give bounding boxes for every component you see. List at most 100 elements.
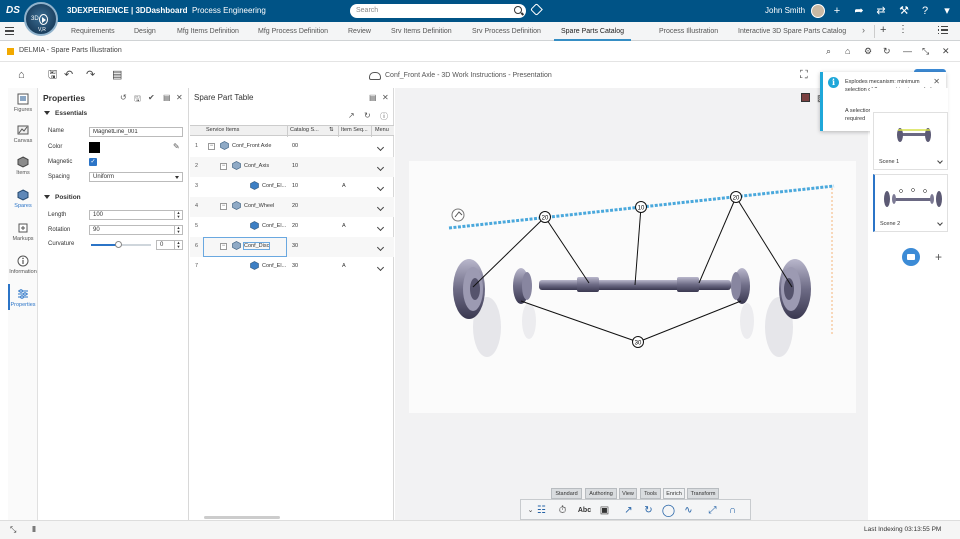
tab-srv-items-definition[interactable]: Srv Items Definition xyxy=(391,22,452,41)
redo-icon[interactable]: ↷ xyxy=(86,69,95,81)
length-stepper[interactable]: 100 ▲ ▼ xyxy=(89,210,183,220)
add-tab-icon[interactable]: + xyxy=(880,24,886,36)
name-field[interactable] xyxy=(89,127,183,137)
reset-icon[interactable]: ↺ xyxy=(120,93,127,102)
export-icon[interactable]: ↗ xyxy=(348,111,355,120)
notifications-icon[interactable]: ▾ xyxy=(940,4,954,18)
tab-view[interactable]: View xyxy=(619,488,637,499)
help-icon[interactable]: ⓘ xyxy=(380,111,388,122)
tab-process-illustration[interactable]: Process Illustration xyxy=(659,22,718,41)
arrow-icon[interactable]: ↗ xyxy=(621,503,636,518)
tab-interactive-3d-spare-parts-catalog[interactable]: Interactive 3D Spare Parts Catalog xyxy=(738,22,846,41)
menu-icon[interactable] xyxy=(5,27,14,35)
position-section[interactable]: Position xyxy=(44,194,81,201)
tab-design[interactable]: Design xyxy=(134,22,156,41)
column-catalog[interactable]: Catalog S... xyxy=(290,127,319,133)
list-view-icon[interactable] xyxy=(938,26,948,36)
sidebar-item-information[interactable]: Information xyxy=(8,255,38,275)
rotate-arrow-icon[interactable]: ↻ xyxy=(641,503,656,518)
add-icon[interactable]: + xyxy=(830,4,844,18)
refresh-icon[interactable]: ↻ xyxy=(883,46,891,57)
column-service-items[interactable]: Service Items xyxy=(206,127,239,133)
balloon-20-left[interactable]: 20 xyxy=(539,211,551,223)
pause-icon[interactable]: ‖ xyxy=(32,525,36,534)
curvature-stepper[interactable]: 0 ▲ ▼ xyxy=(156,240,183,250)
tag-icon[interactable] xyxy=(530,3,543,16)
capture-scene-button[interactable] xyxy=(902,248,920,266)
row-menu-icon[interactable] xyxy=(376,223,385,232)
annotation-icon[interactable]: ☷ xyxy=(534,503,549,518)
color-swatch[interactable] xyxy=(89,142,100,153)
spacing-select[interactable]: Uniform xyxy=(89,172,183,182)
minimize-icon[interactable]: — xyxy=(903,46,912,56)
collapse-icon[interactable]: − xyxy=(208,143,215,150)
sort-icon[interactable]: ⇅ xyxy=(329,127,334,133)
avatar[interactable] xyxy=(811,4,825,18)
chevron-down-icon[interactable] xyxy=(937,220,943,226)
table-row[interactable]: 5 Conf_El... 20 A xyxy=(190,217,394,237)
tab-srv-process-definition[interactable]: Srv Process Definition xyxy=(472,22,541,41)
home-icon[interactable]: ⌂ xyxy=(845,46,850,56)
check-icon[interactable]: ✔ xyxy=(148,93,155,102)
tab-review[interactable]: Review xyxy=(348,22,371,41)
close-icon[interactable]: ✕ xyxy=(176,93,183,102)
close-icon[interactable]: ✕ xyxy=(933,77,940,86)
user-name[interactable]: John Smith xyxy=(765,6,805,15)
search-input[interactable]: Search xyxy=(350,4,526,18)
scene-card-1[interactable]: Scene 1 xyxy=(873,112,948,170)
save-icon[interactable]: 🖫 xyxy=(134,93,141,107)
balloon-20-right[interactable]: 20 xyxy=(730,191,742,203)
image-icon[interactable]: ▣ xyxy=(597,503,612,518)
more-icon[interactable] xyxy=(898,24,908,37)
fit-all-icon[interactable]: ⛶ xyxy=(800,69,808,81)
tab-enrich[interactable]: Enrich xyxy=(663,488,685,499)
sidebar-item-spares[interactable]: Spares xyxy=(8,189,38,209)
collapse-icon[interactable]: − xyxy=(220,163,227,170)
fit-icon[interactable]: ⤡ xyxy=(10,525,16,535)
spinner-arrows-icon[interactable]: ▲ ▼ xyxy=(174,226,182,234)
rotation-stepper[interactable]: 90 ▲ ▼ xyxy=(89,225,183,235)
magnet-handle-icon[interactable] xyxy=(451,208,465,222)
sidebar-item-canvas[interactable]: Canvas xyxy=(8,124,38,144)
tab-authoring[interactable]: Authoring xyxy=(585,488,617,499)
save-icon[interactable]: 🖫 xyxy=(48,69,57,81)
help-icon[interactable]: ? xyxy=(918,4,932,18)
table-row[interactable]: 3 Conf_El... 10 A xyxy=(190,177,394,197)
magnetic-checkbox[interactable]: ✓ xyxy=(89,158,97,166)
add-scene-button[interactable]: + xyxy=(935,250,942,264)
communities-icon[interactable]: ⇄ xyxy=(874,4,888,18)
balloon-10[interactable]: 10 xyxy=(635,201,647,213)
table-row[interactable]: 4 − Conf_Wheel 20 xyxy=(190,197,394,217)
presentation-canvas[interactable]: 20 10 20 30 xyxy=(409,161,856,413)
row-menu-icon[interactable] xyxy=(376,143,385,152)
sidebar-item-items[interactable]: Items xyxy=(8,156,38,176)
tools-icon[interactable]: ⚒ xyxy=(897,4,911,18)
tab-requirements[interactable]: Requirements xyxy=(71,22,115,41)
tab-mfg-process-definition[interactable]: Mfg Process Definition xyxy=(258,22,328,41)
chevron-down-icon[interactable] xyxy=(937,158,943,164)
cube-icon[interactable] xyxy=(801,93,810,102)
tab-spare-parts-catalog[interactable]: Spare Parts Catalog xyxy=(554,22,632,41)
spinner-arrows-icon[interactable]: ▲ ▼ xyxy=(174,211,182,219)
chevron-right-icon[interactable]: › xyxy=(862,25,865,35)
tab-transform[interactable]: Transform xyxy=(687,488,719,499)
table-row[interactable]: 2 − Conf_Axis 10 xyxy=(190,157,394,177)
refresh-icon[interactable]: ↻ xyxy=(364,111,371,120)
text-icon[interactable]: Abc xyxy=(577,503,592,518)
eyedropper-icon[interactable]: ✎ xyxy=(173,142,180,151)
row-menu-icon[interactable] xyxy=(376,263,385,272)
timer-icon[interactable]: ⏱ xyxy=(555,503,570,518)
column-menu[interactable]: Menu xyxy=(375,127,389,133)
table-row[interactable]: 7 Conf_El... 30 A xyxy=(190,257,394,277)
tab-mfg-items-definition[interactable]: Mfg Items Definition xyxy=(177,22,239,41)
share-icon[interactable]: ➦ xyxy=(852,4,866,18)
search-icon[interactable] xyxy=(514,6,522,14)
scene-card-2[interactable]: Scene 2 xyxy=(873,174,948,232)
balloon-30[interactable]: 30 xyxy=(632,336,644,348)
curvature-slider-handle[interactable] xyxy=(115,241,122,248)
search-icon[interactable]: ⌕ xyxy=(826,46,831,57)
sidebar-item-properties[interactable]: Properties xyxy=(8,288,38,308)
row-menu-icon[interactable] xyxy=(376,163,385,172)
tab-standard[interactable]: Standard xyxy=(551,488,582,499)
column-item-seq[interactable]: Item Seq... xyxy=(341,127,368,133)
